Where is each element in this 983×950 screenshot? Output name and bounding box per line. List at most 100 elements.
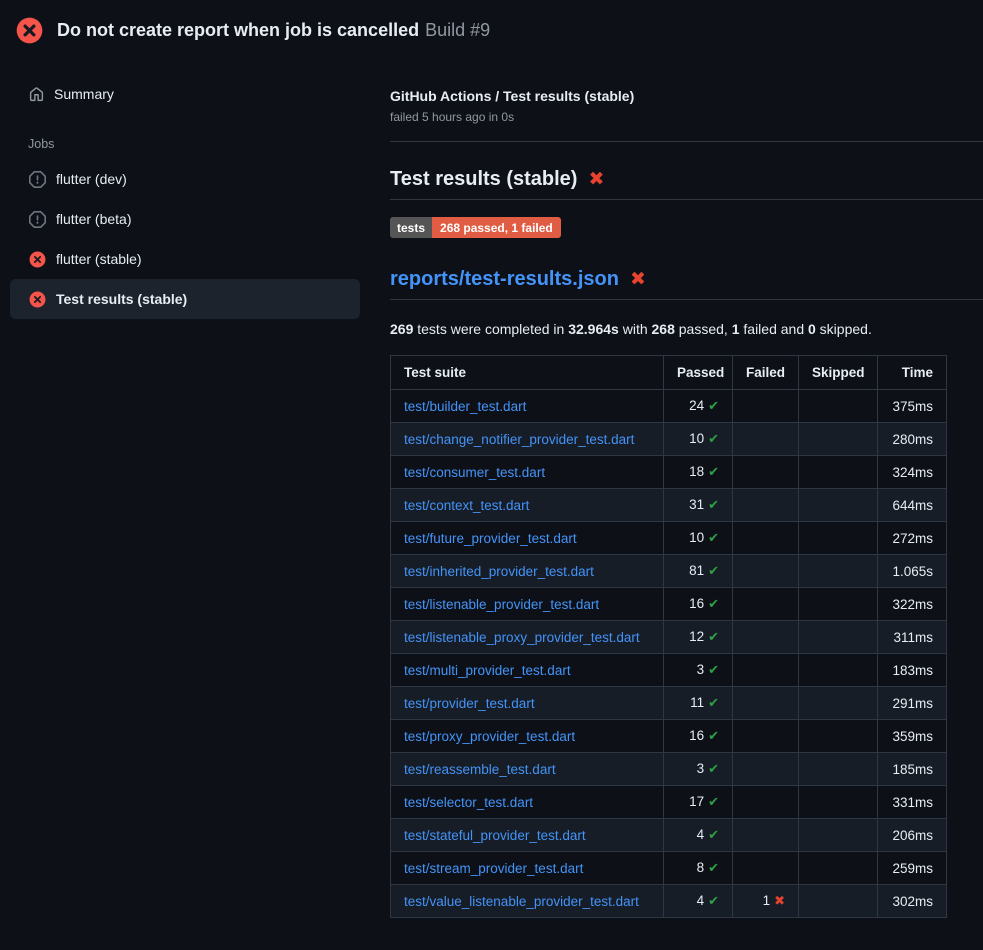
table-row: test/builder_test.dart24✔375ms [391, 390, 947, 423]
table-row: test/inherited_provider_test.dart 81✔ 1.06… [391, 555, 947, 588]
table-row: test/future_provider_test.dart10✔272ms [391, 522, 947, 555]
sidebar-item-test-results-stable[interactable]: Test results (stable) [10, 279, 360, 319]
test-suite-cell: test/builder_test.dart [391, 390, 664, 423]
sidebar-item-summary[interactable]: Summary [0, 84, 390, 104]
passed-count-cell: 12✔ [664, 621, 733, 654]
passed-count-cell: 18 ✔ [664, 456, 733, 489]
sidebar-summary-label: Summary [54, 86, 114, 102]
failed-count-cell [733, 720, 799, 753]
passed-count-cell: 16 ✔ [664, 720, 733, 753]
table-row: test/multi_provider_test.dart3✔183ms [391, 654, 947, 687]
test-suite-link[interactable]: test/listenable_proxy_provider_test.dart [404, 630, 640, 645]
test-suite-link[interactable]: test/multi_provider_test.dart [404, 663, 571, 678]
column-header-time: Time [878, 356, 947, 390]
failed-count: 1 [763, 893, 771, 908]
sidebar-item-flutter-stable[interactable]: flutter (stable) [10, 239, 360, 279]
check-icon: ✔ [708, 894, 719, 909]
skipped-count-cell [799, 654, 878, 687]
passed-count-cell: 10✔ [664, 522, 733, 555]
table-row: test/provider_test.dart11✔291ms [391, 687, 947, 720]
failed-count-cell [733, 588, 799, 621]
time-value: 375ms [878, 390, 947, 423]
skipped-count-cell [799, 885, 878, 918]
time-value: 322ms [878, 588, 947, 621]
passed-count-cell: 3✔ [664, 753, 733, 786]
table-row: test/listenable_provider_test.dart16✔322… [391, 588, 947, 621]
passed-count: 4 [697, 827, 705, 842]
time-value: 644ms [878, 489, 947, 522]
test-suite-cell: test/value_listenable_provider_test.dart [391, 885, 664, 918]
jobs-section-label: Jobs [28, 137, 390, 151]
passed-count-cell: 17✔ [664, 786, 733, 819]
test-suite-link[interactable]: test/context_test.dart [404, 498, 529, 513]
table-row: test/value_listenable_provider_test.dart… [391, 885, 947, 918]
test-suite-link[interactable]: test/reassemble_test.dart [404, 762, 556, 777]
section-heading: Test results (stable) ✖ [390, 168, 983, 200]
test-suite-link[interactable]: test/stream_provider_test.dart [404, 861, 583, 876]
test-suite-link[interactable]: test/builder_test.dart [404, 399, 526, 414]
run-meta: failed 5 hours ago in 0s [390, 110, 983, 124]
check-icon: ✔ [708, 630, 719, 645]
skipped-count-cell [799, 819, 878, 852]
test-suite-link[interactable]: test/value_listenable_provider_test.dart [404, 894, 639, 909]
test-suite-link[interactable]: test/change_notifier_provider_test.dart [404, 432, 634, 447]
skipped-count-cell [799, 588, 878, 621]
x-circle-icon [29, 251, 46, 268]
test-suite-cell: test/listenable_provider_test.dart [391, 588, 664, 621]
passed-count-cell: 81✔ [664, 555, 733, 588]
time-value: 183ms [878, 654, 947, 687]
table-row: test/context_test.dart 31 ✔ 644ms [391, 489, 947, 522]
check-icon: ✔ [708, 729, 719, 744]
test-suite-link[interactable]: test/selector_test.dart [404, 795, 533, 810]
jobs-list: flutter (dev) flutter (beta) flutter (stab… [0, 159, 390, 319]
test-suite-link[interactable]: test/inherited_provider_test.dart [404, 564, 594, 579]
test-suite-cell: test/listenable_proxy_provider_test.dart [391, 621, 664, 654]
passed-count: 8 [697, 860, 705, 875]
table-row: test/reassemble_test.dart3✔185ms [391, 753, 947, 786]
report-heading: reports/test-results.json ✖ [390, 268, 983, 300]
home-icon [29, 87, 44, 102]
test-suite-cell: test/selector_test.dart [391, 786, 664, 819]
job-label: flutter (beta) [56, 211, 131, 227]
layout: Summary Jobs flutter (dev) flutter (beta)… [0, 60, 983, 918]
check-icon: ✔ [708, 498, 719, 513]
job-label: flutter (stable) [56, 251, 142, 267]
test-suite-cell: test/context_test.dart [391, 489, 664, 522]
failed-count-cell [733, 621, 799, 654]
time-value: 1.065s [878, 555, 947, 588]
table-header-row: Test suitePassedFailedSkippedTime [391, 356, 947, 390]
sidebar-item-flutter-dev[interactable]: flutter (dev) [10, 159, 360, 199]
test-suite-link[interactable]: test/proxy_provider_test.dart [404, 729, 575, 744]
failed-count-cell [733, 819, 799, 852]
time-value: 359ms [878, 720, 947, 753]
failed-count-cell [733, 390, 799, 423]
test-suite-link[interactable]: test/future_provider_test.dart [404, 531, 577, 546]
check-icon: ✔ [708, 663, 719, 678]
skipped-count-cell [799, 753, 878, 786]
test-suite-link[interactable]: test/stateful_provider_test.dart [404, 828, 586, 843]
test-suite-link[interactable]: test/consumer_test.dart [404, 465, 545, 480]
time-value: 331ms [878, 786, 947, 819]
test-suite-link[interactable]: test/provider_test.dart [404, 696, 535, 711]
time-value: 291ms [878, 687, 947, 720]
passed-count: 31 [689, 497, 704, 512]
column-header-skipped: Skipped [799, 356, 878, 390]
failed-count-cell [733, 522, 799, 555]
column-header-passed: Passed [664, 356, 733, 390]
table-row: test/listenable_proxy_provider_test.dart… [391, 621, 947, 654]
check-icon: ✔ [708, 597, 719, 612]
test-suite-link[interactable]: test/listenable_provider_test.dart [404, 597, 599, 612]
report-file-link[interactable]: reports/test-results.json [390, 268, 619, 291]
table-row: test/change_notifier_provider_test.dart1… [391, 423, 947, 456]
passed-count-cell: 31 ✔ [664, 489, 733, 522]
stop-icon [29, 211, 46, 228]
column-header-failed: Failed [733, 356, 799, 390]
divider [390, 141, 983, 142]
passed-count: 16 [689, 728, 704, 743]
passed-count: 18 [689, 464, 704, 479]
section-title: Test results (stable) [390, 168, 577, 191]
passed-count: 3 [697, 761, 705, 776]
sidebar-item-flutter-beta[interactable]: flutter (beta) [10, 199, 360, 239]
check-icon: ✔ [708, 465, 719, 480]
failed-count-cell [733, 753, 799, 786]
